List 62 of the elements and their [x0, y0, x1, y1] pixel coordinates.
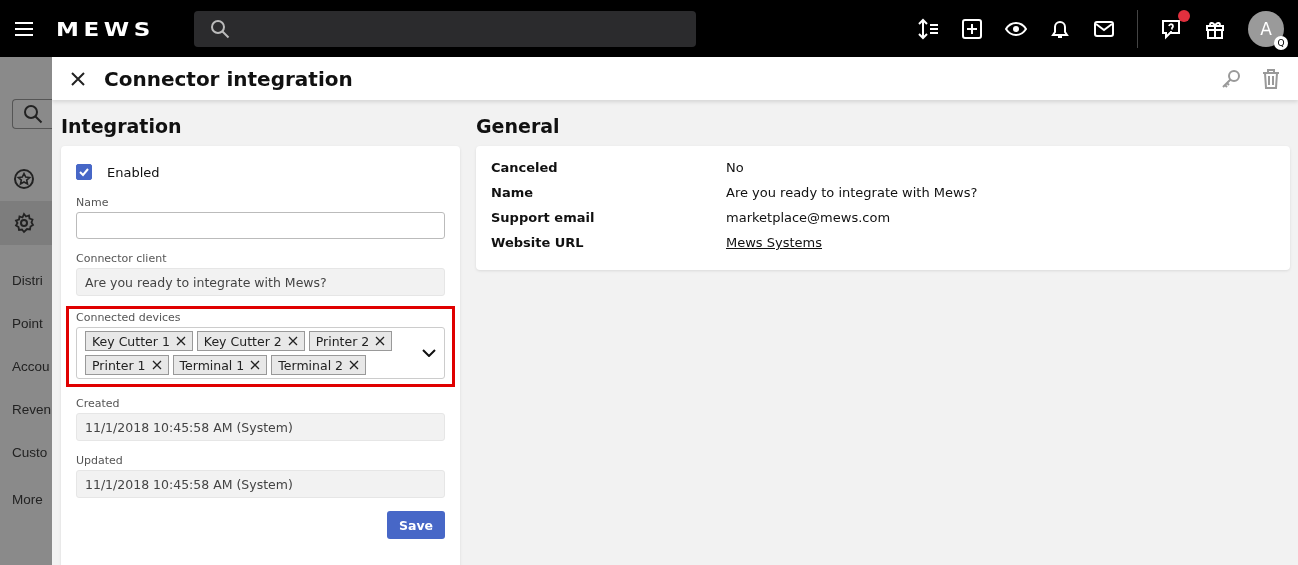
device-tag[interactable]: Printer 1 [85, 355, 169, 375]
website-link[interactable]: Mews Systems [726, 235, 822, 254]
property-label: Website URL [491, 235, 585, 252]
tag-label: Key Cutter 2 [203, 333, 282, 349]
remove-icon[interactable] [175, 336, 186, 346]
remove-icon[interactable] [375, 336, 386, 346]
sidebar-item[interactable]: Distri [12, 273, 52, 293]
sidebar-item[interactable]: More [12, 492, 52, 512]
save-button[interactable]: Save [387, 511, 445, 539]
device-tag[interactable]: Terminal 1 [172, 355, 268, 375]
readonly-field: Are you ready to integrate with Mews? [76, 268, 445, 296]
add-icon[interactable] [961, 17, 983, 40]
key-icon[interactable] [1220, 67, 1242, 90]
trash-icon[interactable] [1260, 67, 1282, 90]
field-label: Connector client [76, 252, 168, 265]
search-icon [23, 104, 43, 124]
remove-icon[interactable] [151, 360, 162, 370]
section-heading: Integration [61, 114, 183, 138]
field-label: Updated [76, 454, 124, 467]
avatar-badge: Q [1274, 35, 1288, 50]
tag-label: Key Cutter 1 [92, 333, 170, 349]
field-label: Created [76, 397, 121, 410]
sidebar-item[interactable]: Point [12, 316, 52, 336]
multiselect-field[interactable]: Key Cutter 1 Key Cutter 2 Printer 2 Printer 1 Terminal 1 Terminal 2 [76, 327, 445, 379]
tag-label: Terminal 2 [278, 357, 344, 373]
property-label: Canceled [491, 160, 559, 177]
panel-title: Connector integration [104, 66, 353, 91]
tag-label: Printer 2 [315, 333, 370, 349]
checkbox-label: Enabled [107, 164, 160, 180]
field-label: Name [76, 196, 110, 209]
search-field[interactable] [194, 10, 697, 47]
logo[interactable]: MEWS [56, 16, 155, 41]
input-field[interactable] [76, 212, 445, 239]
sidebar-item[interactable]: Custo [12, 445, 52, 465]
sort-icon[interactable] [917, 17, 939, 40]
menu-icon[interactable] [14, 20, 34, 37]
device-tag[interactable]: Printer 2 [308, 331, 393, 351]
tag-label: Printer 1 [92, 357, 146, 373]
device-tag[interactable]: Terminal 2 [271, 355, 367, 375]
property-label: Name [491, 185, 534, 202]
device-tag[interactable]: Key Cutter 2 [196, 331, 305, 351]
checkbox[interactable] [76, 164, 92, 180]
chevron-down-icon[interactable] [422, 349, 436, 357]
sidebar-item[interactable]: Reven [12, 402, 52, 422]
remove-icon[interactable] [250, 360, 261, 370]
property-label: Support email [491, 210, 596, 227]
property-value: No [726, 160, 745, 177]
help-icon[interactable] [1160, 17, 1182, 40]
section-heading: General [476, 114, 561, 138]
property-value: marketplace@mews.com [726, 210, 892, 227]
device-tag[interactable]: Key Cutter 1 [85, 331, 193, 351]
close-icon[interactable] [70, 70, 86, 87]
readonly-field: 11/1/2018 10:45:58 AM (System) [76, 470, 445, 498]
tag-label: Terminal 1 [179, 357, 245, 373]
remove-icon[interactable] [287, 336, 298, 346]
property-value: Are you ready to integrate with Mews? [726, 185, 979, 202]
search-icon [210, 18, 231, 39]
sidebar-item[interactable]: Accou [12, 359, 52, 379]
remove-icon[interactable] [349, 360, 360, 370]
gear-icon[interactable] [13, 212, 35, 234]
readonly-field: 11/1/2018 10:45:58 AM (System) [76, 413, 445, 441]
field-label: Connected devices [76, 311, 182, 324]
